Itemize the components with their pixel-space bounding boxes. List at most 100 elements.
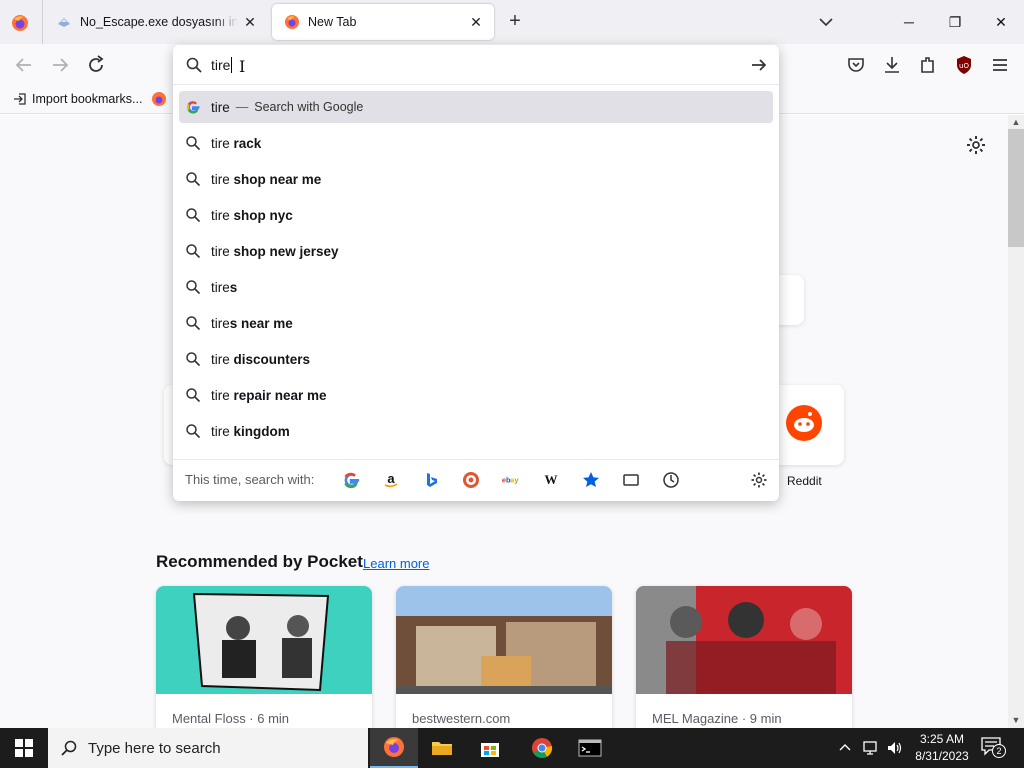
card-source: MEL Magazine · 9 min (652, 711, 782, 726)
windows-taskbar: Type here to search 3:25 AM 8/31/2023 2 (0, 728, 1024, 768)
suggestion-item[interactable]: tire s (179, 271, 773, 303)
suggestion-completion: s (229, 279, 238, 295)
gear-icon[interactable] (964, 133, 988, 157)
start-button[interactable] (0, 728, 48, 768)
new-tab-button[interactable]: + (504, 10, 526, 34)
import-bookmarks-label: Import bookmarks... (32, 92, 143, 106)
taskbar-file-explorer[interactable] (418, 728, 466, 768)
forward-icon[interactable] (48, 53, 72, 77)
scroll-down-icon[interactable]: ▼ (1010, 714, 1022, 726)
firefox-icon[interactable] (10, 13, 30, 33)
search-icon (186, 352, 201, 367)
suggestion-completion: kingdom (233, 423, 290, 439)
url-input-text[interactable]: tire (211, 57, 233, 73)
go-arrow-icon[interactable] (749, 55, 769, 75)
taskbar-search-box[interactable]: Type here to search (48, 728, 368, 768)
import-bookmarks-button[interactable]: Import bookmarks... (12, 91, 142, 107)
learn-more-link[interactable]: Learn more (363, 556, 429, 571)
suggestion-item[interactable]: tire discounters (179, 343, 773, 375)
bookmark-star-icon[interactable] (581, 470, 601, 490)
suggestion-completion: s near me (229, 315, 293, 331)
history-clock-icon[interactable] (661, 470, 681, 490)
pocket-card[interactable]: bestwestern.com (396, 586, 612, 728)
scrollbar-thumb[interactable] (1008, 129, 1024, 247)
suggestion-prefix: tire (211, 423, 234, 439)
svg-text:W: W (545, 472, 558, 487)
tab-title: New Tab (308, 15, 357, 29)
suggestion-text: tire (211, 99, 230, 115)
back-icon[interactable] (12, 53, 36, 77)
suggestion-action: Search with Google (254, 100, 364, 114)
pocket-icon[interactable] (844, 53, 868, 77)
taskbar-search-placeholder: Type here to search (88, 739, 221, 757)
minimize-button[interactable]: ─ (886, 0, 932, 44)
pocket-card[interactable]: MEL Magazine · 9 min (636, 586, 852, 728)
search-icon (186, 280, 201, 295)
suggestion-prefix: tire (211, 387, 234, 403)
ublock-origin-icon[interactable]: uO (952, 53, 976, 77)
menu-icon[interactable] (988, 53, 1012, 77)
firefox-bookmark-icon[interactable] (151, 91, 167, 107)
search-icon (186, 316, 201, 331)
list-all-tabs-icon[interactable] (816, 12, 836, 32)
pocket-card[interactable]: Mental Floss · 6 min (156, 586, 372, 728)
chrome-icon (532, 738, 553, 759)
scroll-up-icon[interactable]: ▲ (1010, 116, 1022, 128)
tab-new-tab[interactable]: New Tab ✕ (272, 4, 494, 40)
taskbar-terminal[interactable] (566, 728, 614, 768)
windows-logo-icon (15, 739, 33, 757)
taskbar-firefox[interactable] (370, 728, 418, 768)
amazon-icon[interactable]: a (381, 470, 401, 490)
firefox-icon (285, 15, 299, 29)
suggestion-item[interactable]: tire shop new jersey (179, 235, 773, 267)
suggestion-search-with-google[interactable]: tire — Search with Google (179, 91, 773, 123)
folder-icon (432, 742, 452, 755)
topsite-label[interactable]: Reddit (787, 474, 822, 488)
taskbar-clock[interactable]: 3:25 AM 8/31/2023 (910, 731, 974, 765)
suggestion-item[interactable]: tire repair near me (179, 379, 773, 411)
typed-query: tire (211, 57, 231, 73)
suggestion-completion: shop near me (233, 171, 322, 187)
volume-icon[interactable] (886, 739, 904, 757)
store-bag-icon (481, 743, 499, 757)
network-icon[interactable] (862, 739, 880, 757)
search-settings-gear-icon[interactable] (749, 470, 769, 490)
google-icon[interactable] (341, 470, 361, 490)
ibeam-cursor-icon: I (239, 57, 246, 76)
downloads-icon[interactable] (880, 53, 904, 77)
suggestion-item[interactable]: tire kingdom (179, 415, 773, 447)
search-icon (186, 208, 201, 223)
suggestion-prefix: tire (211, 315, 230, 331)
suggestion-item[interactable]: tire shop near me (179, 163, 773, 195)
taskbar-chrome[interactable] (518, 728, 566, 768)
tab-strip: No_Escape.exe dosyasını indir ✕ New Tab … (0, 0, 1024, 44)
ebay-icon[interactable]: ebay (501, 470, 521, 490)
close-window-button[interactable]: ✕ (978, 0, 1024, 44)
close-tab-icon[interactable]: ✕ (238, 10, 262, 34)
duckduckgo-icon[interactable] (461, 470, 481, 490)
suggestion-item[interactable]: tire rack (179, 127, 773, 159)
extensions-icon[interactable] (916, 53, 940, 77)
clock-date: 8/31/2023 (915, 749, 969, 763)
bing-icon[interactable] (421, 470, 441, 490)
tab-no-escape[interactable]: No_Escape.exe dosyasını indir ✕ (44, 4, 268, 40)
search-icon (186, 172, 201, 187)
taskbar-store[interactable] (466, 728, 514, 768)
suggestion-item[interactable]: tire shop nyc (179, 199, 773, 231)
card-source: Mental Floss · 6 min (172, 711, 290, 726)
restore-button[interactable]: ❐ (932, 0, 978, 44)
show-hidden-icons-icon[interactable] (838, 741, 852, 755)
wikipedia-icon[interactable]: W (541, 470, 561, 490)
reload-icon[interactable] (84, 53, 108, 77)
tabs-icon[interactable] (621, 470, 641, 490)
vertical-scrollbar[interactable]: ▲ ▼ (1008, 115, 1024, 728)
suggestion-completion: shop nyc (233, 207, 293, 223)
close-tab-icon[interactable]: ✕ (464, 10, 488, 34)
tab-title: No_Escape.exe dosyasını indir (80, 15, 238, 29)
url-input[interactable]: tire I (173, 45, 779, 85)
suggestion-item[interactable]: tire s near me (179, 307, 773, 339)
suggestion-completion: discounters (233, 351, 311, 367)
card-source: bestwestern.com (412, 711, 511, 726)
notification-center-button[interactable]: 2 (980, 736, 1008, 760)
pocket-section-title: Recommended by Pocket (156, 552, 363, 571)
